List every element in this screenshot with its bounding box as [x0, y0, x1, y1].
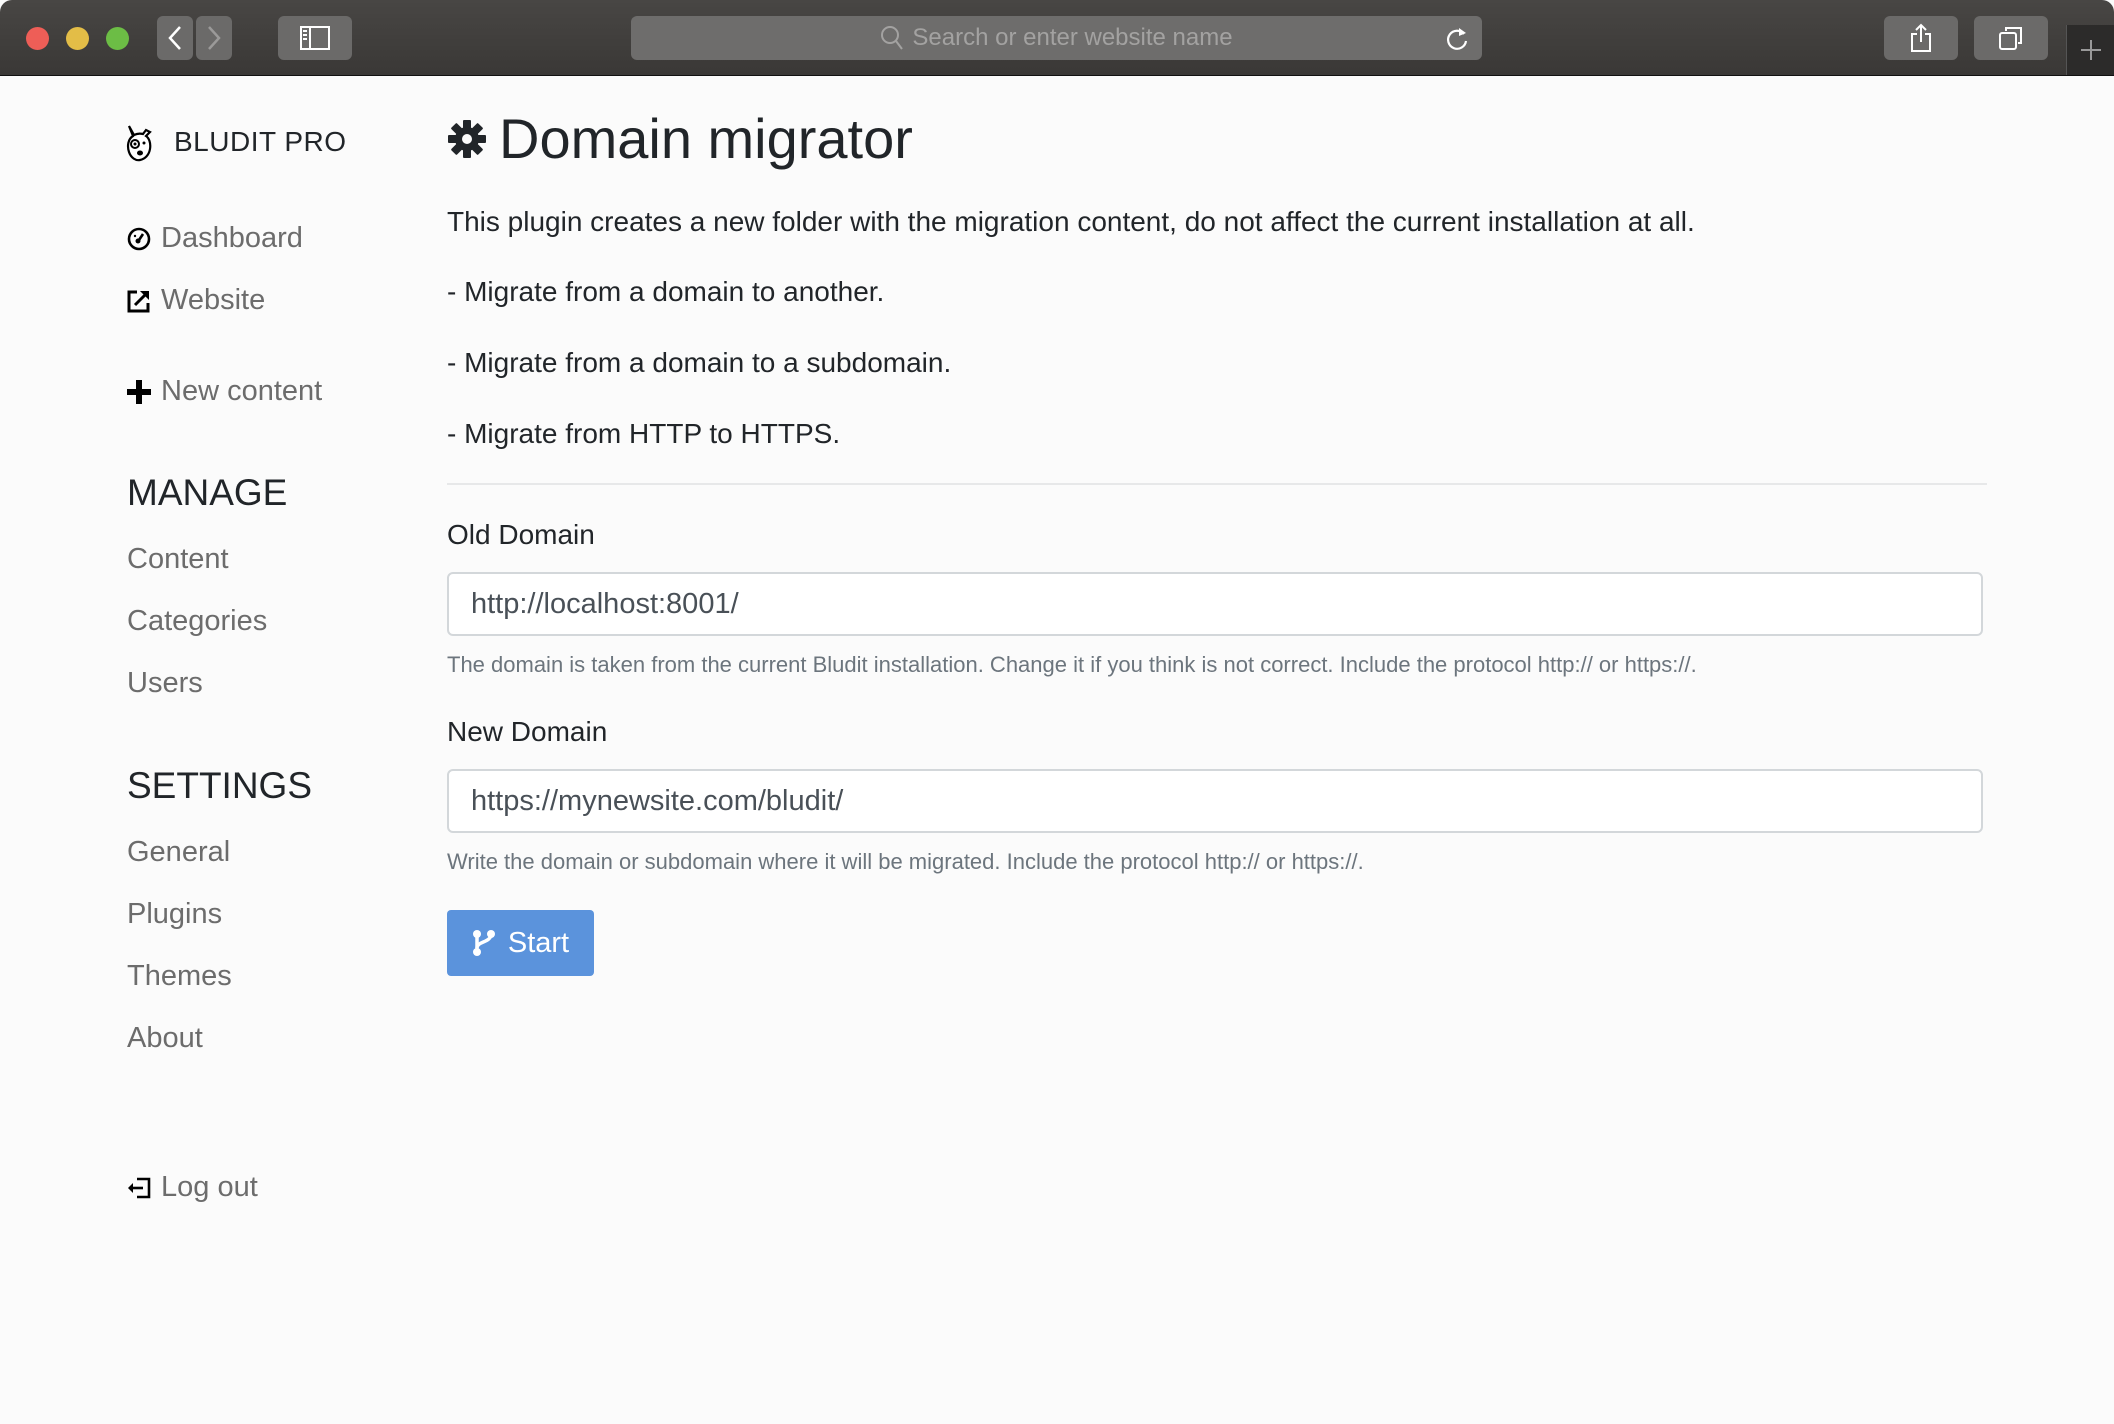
old-domain-label: Old Domain: [447, 519, 595, 550]
search-icon: [881, 26, 904, 50]
plugin-description: This plugin creates a new folder with th…: [447, 206, 1695, 237]
settings-heading: SETTINGS: [127, 765, 313, 806]
sidebar-item-themes[interactable]: Themes: [127, 960, 232, 993]
sidebar-item-users[interactable]: Users: [127, 667, 203, 700]
sidebar: BLUDIT PRO Dashboard Website New content…: [0, 76, 420, 1424]
address-bar[interactable]: Search or enter website name: [631, 16, 1482, 60]
share-icon: [1911, 23, 1931, 52]
sidebar-item-about[interactable]: About: [127, 1022, 203, 1055]
sidebar-item-logout[interactable]: Log out: [127, 1171, 258, 1204]
sidebar-icon: [300, 26, 330, 50]
sidebar-item-plugins[interactable]: Plugins: [127, 898, 222, 931]
close-window-button[interactable]: [26, 27, 49, 50]
external-link-icon: [127, 289, 151, 313]
feature-item: - Migrate from a domain to a subdomain.: [447, 347, 952, 378]
old-domain-input[interactable]: [447, 572, 1983, 636]
sidebar-item-dashboard[interactable]: Dashboard: [127, 222, 303, 255]
sidebar-item-label: Dashboard: [161, 222, 303, 254]
chevron-right-icon: [208, 26, 221, 50]
sidebar-item-categories[interactable]: Categories: [127, 605, 267, 638]
old-domain-help: The domain is taken from the current Blu…: [447, 652, 1697, 677]
start-button[interactable]: Start: [447, 910, 594, 976]
sidebar-item-general[interactable]: General: [127, 836, 230, 869]
dashboard-icon: [127, 227, 151, 251]
code-branch-icon: [472, 929, 498, 957]
sidebar-item-content[interactable]: Content: [127, 543, 229, 576]
forward-button[interactable]: [196, 16, 232, 60]
share-button[interactable]: [1884, 16, 1958, 60]
feature-item: - Migrate from a domain to another.: [447, 276, 885, 307]
reload-icon[interactable]: [1444, 25, 1470, 53]
brand-name: BLUDIT PRO: [174, 126, 347, 157]
plus-icon: [2081, 40, 2101, 60]
back-button[interactable]: [157, 16, 193, 60]
divider: [447, 483, 1987, 485]
new-domain-input[interactable]: [447, 769, 1983, 833]
sidebar-item-website[interactable]: Website: [127, 284, 265, 317]
sidebar-toggle-button[interactable]: [278, 16, 352, 60]
sidebar-item-label: Website: [161, 284, 266, 316]
browser-titlebar: Search or enter website name: [0, 0, 2114, 76]
start-button-label: Start: [507, 926, 570, 959]
brand[interactable]: BLUDIT PRO: [124, 122, 347, 162]
page-title-text: Domain migrator: [499, 107, 913, 170]
bludit-logo-icon: [126, 125, 152, 162]
sidebar-item-new-content[interactable]: New content: [127, 375, 322, 408]
plus-icon: [127, 379, 151, 404]
tabs-icon: [1999, 27, 2022, 50]
sidebar-item-label: New content: [161, 375, 323, 407]
new-tab-button[interactable]: [2066, 25, 2114, 75]
gear-icon: [447, 119, 487, 159]
logout-icon: [127, 1176, 151, 1200]
chevron-left-icon: [168, 26, 181, 50]
minimize-window-button[interactable]: [66, 27, 89, 50]
maximize-window-button[interactable]: [106, 27, 129, 50]
new-domain-help: Write the domain or subdomain where it w…: [447, 849, 1364, 874]
manage-heading: MANAGE: [127, 472, 288, 513]
page-title: Domain migrator: [447, 106, 913, 171]
address-placeholder: Search or enter website name: [912, 24, 1233, 51]
new-domain-label: New Domain: [447, 716, 608, 747]
feature-item: - Migrate from HTTP to HTTPS.: [447, 418, 841, 449]
tabs-overview-button[interactable]: [1974, 16, 2048, 60]
sidebar-item-label: Log out: [161, 1171, 258, 1203]
